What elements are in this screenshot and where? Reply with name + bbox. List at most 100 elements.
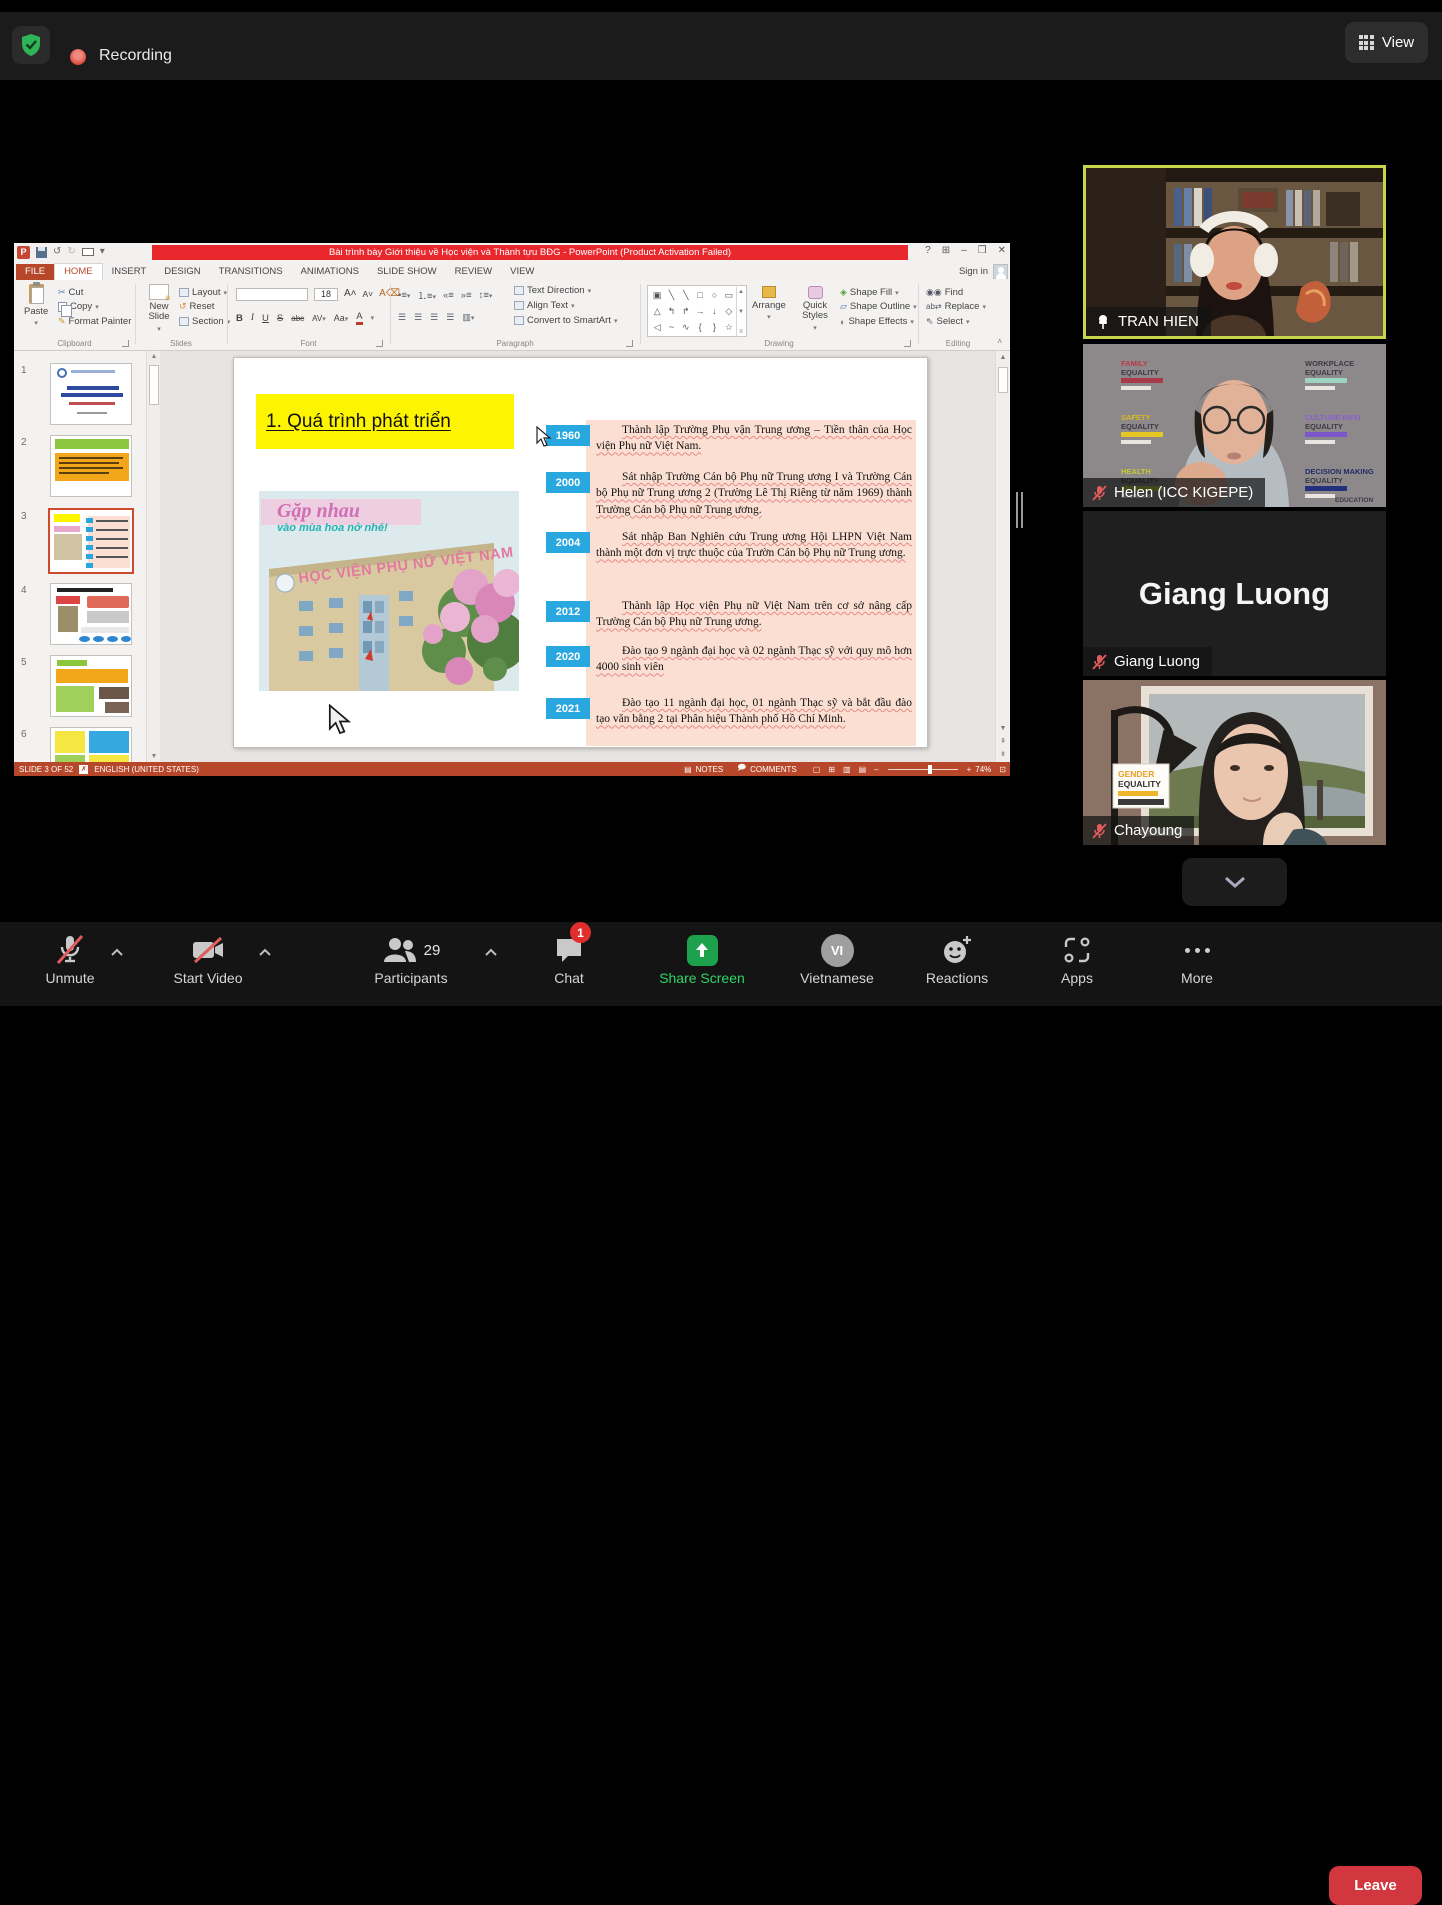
clipboard-dialog-launcher[interactable] (122, 340, 129, 347)
powerpoint-logo-icon[interactable]: P (17, 246, 30, 259)
thumbnail-scroll-thumb[interactable] (149, 365, 159, 405)
sign-in-link[interactable]: Sign in (959, 266, 988, 277)
tab-design[interactable]: DESIGN (155, 264, 209, 280)
collapse-video-panel-button[interactable] (1182, 858, 1287, 906)
quick-styles-button[interactable]: Quick Styles ▾ (797, 286, 833, 332)
unmute-button[interactable]: Unmute (20, 932, 120, 986)
underline-button[interactable]: U (262, 313, 269, 324)
copy-button[interactable]: Copy ▾ (58, 301, 99, 312)
change-case-button[interactable]: Aa▾ (334, 313, 349, 323)
tab-view[interactable]: VIEW (501, 264, 543, 280)
new-slide-button[interactable]: New Slide ▾ (142, 284, 176, 333)
more-button[interactable]: More (1150, 932, 1244, 986)
language-indicator[interactable]: ENGLISH (UNITED STATES) (94, 765, 199, 774)
timeline-text-2012[interactable]: Thành lập Học viện Phụ nữ Việt Nam trên … (596, 598, 912, 631)
timeline-year-2004[interactable]: 2004 (546, 532, 590, 553)
zoom-in-icon[interactable]: + (967, 765, 972, 774)
slide-scrollbar[interactable]: ▲ ▼ ⇞ ⇟ (995, 351, 1010, 762)
view-button[interactable]: View (1345, 22, 1428, 63)
timeline-year-2020[interactable]: 2020 (546, 646, 590, 667)
bullets-button[interactable]: •≡▾ (398, 290, 410, 301)
scroll-up-icon[interactable]: ▲ (996, 354, 1010, 361)
text-direction-button[interactable]: Text Direction▾ (514, 285, 591, 296)
slide-title[interactable]: 1. Quá trình phát triển (256, 394, 514, 449)
video-tile-chayoung[interactable]: GENDER EQUALITY (1083, 680, 1386, 845)
close-button[interactable]: ✕ (998, 245, 1006, 256)
decrease-indent-button[interactable]: «≡ (443, 290, 454, 301)
font-size-input[interactable]: 18 (314, 288, 338, 301)
zoom-slider-knob[interactable] (928, 765, 932, 774)
tab-file[interactable]: FILE (16, 264, 54, 280)
slide-3[interactable]: 1. Quá trình phát triển Gặp nhau vào mùa… (233, 357, 928, 748)
fit-to-window-icon[interactable]: ⊡ (999, 765, 1006, 774)
paragraph-dialog-launcher[interactable] (626, 340, 633, 347)
collapse-ribbon-icon[interactable]: ˄ (997, 337, 1002, 346)
restore-button[interactable]: ❒ (978, 245, 987, 256)
video-tile-tran-hien[interactable]: TRAN HIEN (1083, 165, 1386, 339)
arrange-button[interactable]: Arrange ▾ (752, 286, 786, 321)
thumbnail-scroll-down-icon[interactable]: ▼ (149, 753, 159, 760)
apps-button[interactable]: Apps (1030, 932, 1124, 986)
leave-button[interactable]: Leave (1329, 1866, 1422, 1905)
spell-check-icon[interactable]: ✗ (79, 765, 88, 774)
align-text-button[interactable]: Align Text▾ (514, 300, 575, 311)
section-button[interactable]: Section ▾ (179, 316, 230, 327)
align-right-button[interactable]: ☰ (430, 312, 438, 323)
justify-button[interactable]: ☰ (446, 312, 454, 323)
slide-thumbnail-6[interactable] (50, 727, 132, 762)
undo-icon[interactable]: ↺ (53, 247, 61, 257)
zoom-out-icon[interactable]: – (874, 765, 878, 774)
slide-thumbnail-5[interactable] (50, 655, 132, 717)
slide-thumbnail-4[interactable] (50, 583, 132, 645)
slideshow-view-icon[interactable]: ▤ (859, 765, 867, 774)
normal-view-icon[interactable]: ▢ (813, 765, 821, 774)
paste-button[interactable]: Paste ▾ (24, 284, 48, 327)
shape-outline-button[interactable]: ▱ Shape Outline▾ (840, 301, 917, 312)
tab-home[interactable]: HOME (54, 263, 103, 280)
drawing-dialog-launcher[interactable] (904, 340, 911, 347)
tab-insert[interactable]: INSERT (103, 264, 156, 280)
ribbon-display-options-icon[interactable]: ⊞ (942, 245, 950, 256)
campus-photo[interactable]: Gặp nhau vào mùa hoa nở nhé! HỌC VIỆN PH… (259, 491, 519, 691)
smartart-button[interactable]: Convert to SmartArt▾ (514, 315, 617, 326)
chat-button[interactable]: 1 Chat (519, 932, 619, 986)
zoom-percent[interactable]: 74% (975, 765, 991, 774)
start-video-button[interactable]: Start Video (150, 932, 266, 986)
security-shield-icon[interactable] (12, 26, 50, 64)
bold-button[interactable]: B (236, 313, 243, 324)
line-spacing-button[interactable]: ↕≡▾ (479, 290, 493, 301)
find-button[interactable]: ◉◉ Find (926, 287, 963, 298)
previous-slide-icon[interactable]: ⇞ (996, 737, 1010, 745)
timeline-text-2000[interactable]: Sát nhập Trường Cán bộ Phụ nữ Trung ương… (596, 469, 912, 518)
panel-resize-handle[interactable] (1016, 492, 1023, 528)
italic-button[interactable]: I (251, 313, 254, 323)
format-painter-button[interactable]: ✎ Format Painter (58, 316, 131, 327)
scroll-down-icon[interactable]: ▼ (996, 725, 1010, 732)
share-screen-button[interactable]: Share Screen (640, 932, 764, 986)
align-left-button[interactable]: ☰ (398, 312, 406, 323)
tab-animations[interactable]: ANIMATIONS (292, 264, 368, 280)
tab-transitions[interactable]: TRANSITIONS (210, 264, 292, 280)
layout-button[interactable]: Layout ▾ (179, 287, 227, 298)
font-name-input[interactable] (236, 288, 308, 301)
timeline-year-2000[interactable]: 2000 (546, 472, 590, 493)
reset-button[interactable]: ↺ Reset (179, 301, 214, 312)
font-color-button[interactable]: A (356, 312, 362, 325)
shapes-gallery-scroll[interactable]: ▲▼≡ (736, 287, 745, 337)
timeline-year-1960[interactable]: 1960 (546, 425, 590, 446)
select-button[interactable]: ⇖ Select▾ (926, 316, 969, 327)
thumbnail-scroll-up-icon[interactable]: ▲ (149, 353, 159, 360)
video-options-chevron-icon[interactable] (258, 944, 272, 962)
shapes-gallery[interactable]: ▣╲╲□○▭ △↰↱→↓◇ ◁~∿{}☆ ▲▼≡ (647, 285, 747, 337)
notes-button[interactable]: NOTES (696, 765, 724, 774)
zoom-slider[interactable] (888, 769, 958, 770)
timeline-text-1960[interactable]: Thành lập Trường Phụ vận Trung ương – Ti… (596, 422, 912, 455)
slide-sorter-view-icon[interactable]: ⊞ (828, 765, 835, 774)
cut-button[interactable]: ✂ Cut (58, 287, 83, 298)
timeline-text-2020[interactable]: Đào tạo 9 ngành đại học và 02 ngành Thạc… (596, 643, 912, 676)
tab-slide-show[interactable]: SLIDE SHOW (368, 264, 446, 280)
shape-fill-button[interactable]: ◈ Shape Fill▾ (840, 287, 899, 298)
tab-review[interactable]: REVIEW (446, 264, 501, 280)
subscript-button[interactable]: abc (291, 314, 304, 323)
account-avatar[interactable] (993, 264, 1008, 279)
